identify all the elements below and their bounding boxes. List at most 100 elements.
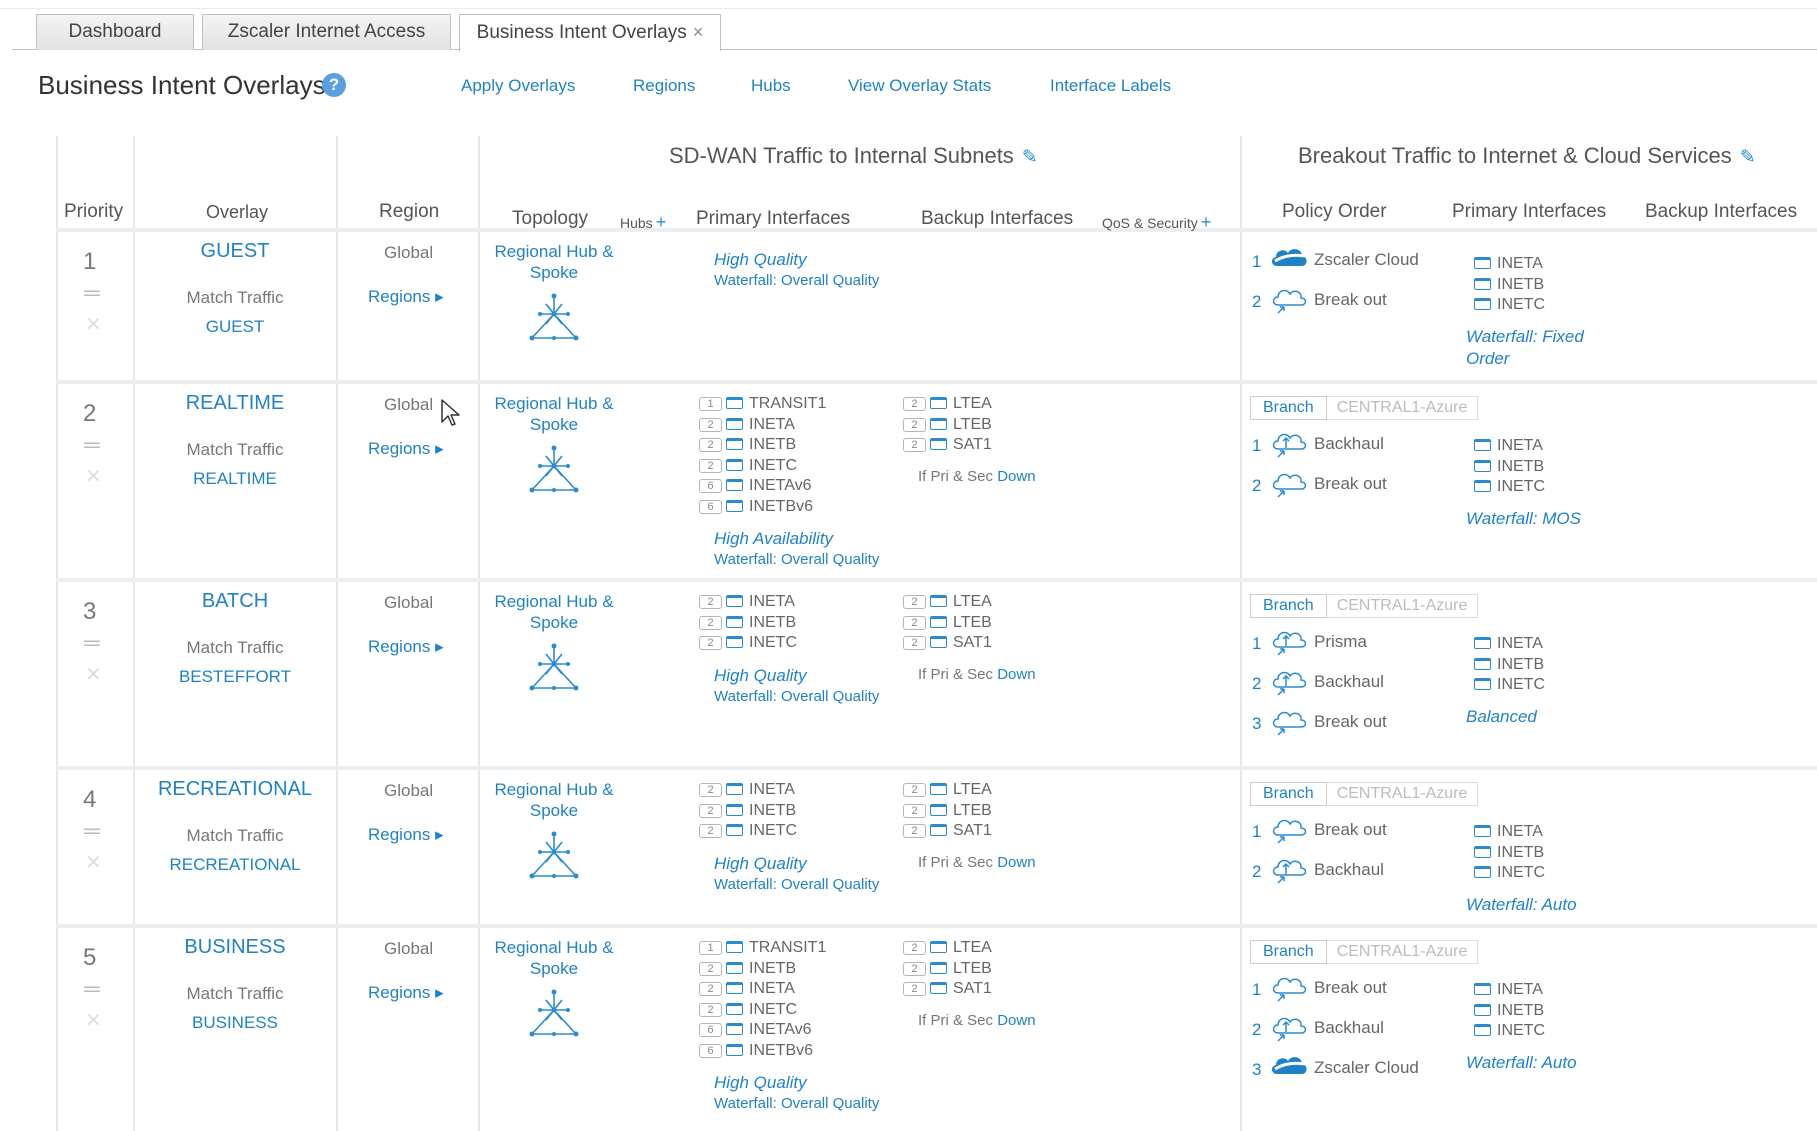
- primary-interface[interactable]: 1 TRANSIT1: [699, 938, 826, 959]
- if-down-link[interactable]: Down: [997, 854, 1035, 871]
- drag-handle-icon[interactable]: ═: [84, 818, 100, 844]
- regions-link[interactable]: Regions ▸: [368, 637, 444, 657]
- view-overlay-stats-link[interactable]: View Overlay Stats: [848, 76, 991, 96]
- topology-link[interactable]: Regional Hub & Spoke: [484, 241, 624, 283]
- tab-central1-azure[interactable]: CENTRAL1-Azure: [1326, 594, 1479, 618]
- breakout-primary-interface[interactable]: INETC: [1474, 477, 1545, 498]
- policy-label[interactable]: Zscaler Cloud: [1314, 1058, 1419, 1078]
- breakout-primary-interface[interactable]: INETB: [1474, 275, 1544, 296]
- breakout-waterfall-mode[interactable]: Waterfall: MOS: [1466, 508, 1581, 530]
- breakout-primary-interface[interactable]: INETA: [1474, 436, 1543, 457]
- overlay-name[interactable]: GUEST: [135, 240, 335, 263]
- policy-label[interactable]: Break out: [1314, 290, 1387, 310]
- backup-interface[interactable]: 2 LTEB: [903, 801, 992, 822]
- backup-interface[interactable]: 2 LTEA: [903, 938, 992, 959]
- pencil-icon[interactable]: ✎: [1022, 147, 1038, 168]
- path-quality-link[interactable]: High Quality: [714, 1073, 807, 1093]
- match-traffic-value[interactable]: RECREATIONAL: [135, 855, 335, 875]
- path-quality-link[interactable]: High Quality: [714, 666, 807, 686]
- waterfall-mode[interactable]: Waterfall: Overall Quality: [714, 1095, 879, 1112]
- policy-label[interactable]: Zscaler Cloud: [1314, 250, 1419, 270]
- breakout-primary-interface[interactable]: INETA: [1474, 634, 1543, 655]
- plus-icon[interactable]: +: [656, 212, 667, 232]
- policy-label[interactable]: Backhaul: [1314, 1018, 1384, 1038]
- breakout-primary-interface[interactable]: INETA: [1474, 254, 1543, 275]
- delete-x-icon[interactable]: ✕: [85, 312, 102, 337]
- tab-zscaler-internet-access[interactable]: Zscaler Internet Access: [202, 14, 451, 50]
- waterfall-mode[interactable]: Waterfall: Overall Quality: [714, 272, 879, 289]
- backup-interface[interactable]: 2 SAT1: [903, 979, 992, 1000]
- regions-link[interactable]: Regions ▸: [368, 287, 444, 307]
- if-down-link[interactable]: Down: [997, 666, 1035, 683]
- primary-interface[interactable]: 2 INETA: [699, 415, 795, 436]
- policy-label[interactable]: Backhaul: [1314, 434, 1384, 454]
- plus-icon[interactable]: +: [1201, 212, 1212, 232]
- backup-interface[interactable]: 2 LTEB: [903, 613, 992, 634]
- drag-handle-icon[interactable]: ═: [84, 630, 100, 656]
- waterfall-mode[interactable]: Waterfall: Overall Quality: [714, 688, 879, 705]
- primary-interface[interactable]: 2 INETB: [699, 435, 796, 456]
- topology-link[interactable]: Regional Hub & Spoke: [484, 393, 624, 435]
- tab-central1-azure[interactable]: CENTRAL1-Azure: [1326, 940, 1479, 964]
- tab-central1-azure[interactable]: CENTRAL1-Azure: [1326, 782, 1479, 806]
- backup-interface[interactable]: 2 LTEA: [903, 592, 992, 613]
- policy-label[interactable]: Backhaul: [1314, 860, 1384, 880]
- primary-interface[interactable]: 2 INETC: [699, 633, 797, 654]
- primary-interface[interactable]: 2 INETC: [699, 821, 797, 842]
- regions-link[interactable]: Regions ▸: [368, 825, 444, 845]
- backup-interface[interactable]: 2 LTEB: [903, 415, 992, 436]
- apply-overlays-link[interactable]: Apply Overlays: [461, 76, 575, 96]
- policy-label[interactable]: Break out: [1314, 820, 1387, 840]
- primary-interface[interactable]: 6 INETAv6: [699, 1020, 812, 1041]
- interface-labels-link[interactable]: Interface Labels: [1050, 76, 1171, 96]
- primary-interface[interactable]: 6 INETAv6: [699, 476, 812, 497]
- overlay-name[interactable]: REALTIME: [135, 392, 335, 415]
- backup-interface[interactable]: 2 SAT1: [903, 633, 992, 654]
- match-traffic-value[interactable]: REALTIME: [135, 469, 335, 489]
- tab-branch[interactable]: Branch: [1250, 594, 1327, 618]
- breakout-primary-interface[interactable]: INETB: [1474, 655, 1544, 676]
- if-down-link[interactable]: Down: [997, 1012, 1035, 1029]
- backup-interface[interactable]: 2 LTEB: [903, 959, 992, 980]
- primary-interface[interactable]: 2 INETA: [699, 979, 795, 1000]
- breakout-primary-interface[interactable]: INETB: [1474, 457, 1544, 478]
- hubs-link[interactable]: Hubs: [751, 76, 791, 96]
- tab-branch[interactable]: Branch: [1250, 940, 1327, 964]
- policy-label[interactable]: Backhaul: [1314, 672, 1384, 692]
- close-icon[interactable]: ×: [693, 22, 704, 42]
- tab-central1-azure[interactable]: CENTRAL1-Azure: [1326, 396, 1479, 420]
- policy-label[interactable]: Break out: [1314, 474, 1387, 494]
- tab-business-intent-overlays[interactable]: Business Intent Overlays ×: [459, 14, 721, 51]
- breakout-waterfall-mode[interactable]: Waterfall: Auto: [1466, 894, 1577, 916]
- path-quality-link[interactable]: High Quality: [714, 854, 807, 874]
- breakout-primary-interface[interactable]: INETB: [1474, 843, 1544, 864]
- policy-label[interactable]: Prisma: [1314, 632, 1367, 652]
- primary-interface[interactable]: 2 INETB: [699, 959, 796, 980]
- drag-handle-icon[interactable]: ═: [84, 280, 100, 306]
- primary-interface[interactable]: 2 INETA: [699, 592, 795, 613]
- primary-interface[interactable]: 2 INETB: [699, 801, 796, 822]
- delete-x-icon[interactable]: ✕: [85, 850, 102, 875]
- breakout-primary-interface[interactable]: INETC: [1474, 863, 1545, 884]
- overlay-name[interactable]: BUSINESS: [135, 936, 335, 959]
- primary-interface[interactable]: 2 INETB: [699, 613, 796, 634]
- delete-x-icon[interactable]: ✕: [85, 464, 102, 489]
- backup-interface[interactable]: 2 SAT1: [903, 821, 992, 842]
- breakout-primary-interface[interactable]: INETC: [1474, 295, 1545, 316]
- policy-label[interactable]: Break out: [1314, 712, 1387, 732]
- drag-handle-icon[interactable]: ═: [84, 976, 100, 1002]
- regions-link[interactable]: Regions: [633, 76, 695, 96]
- tab-branch[interactable]: Branch: [1250, 396, 1327, 420]
- qos-security-add[interactable]: QoS & Security +: [1102, 212, 1211, 233]
- breakout-primary-interface[interactable]: INETC: [1474, 1021, 1545, 1042]
- backup-interface[interactable]: 2 LTEA: [903, 394, 992, 415]
- breakout-primary-interface[interactable]: INETB: [1474, 1001, 1544, 1022]
- hubs-add[interactable]: Hubs +: [620, 212, 666, 233]
- backup-interface[interactable]: 2 LTEA: [903, 780, 992, 801]
- match-traffic-value[interactable]: BESTEFFORT: [135, 667, 335, 687]
- pencil-icon[interactable]: ✎: [1740, 147, 1756, 168]
- breakout-waterfall-mode[interactable]: Waterfall: Auto: [1466, 1052, 1577, 1074]
- waterfall-mode[interactable]: Waterfall: Overall Quality: [714, 551, 879, 568]
- match-traffic-value[interactable]: BUSINESS: [135, 1013, 335, 1033]
- primary-interface[interactable]: 2 INETA: [699, 780, 795, 801]
